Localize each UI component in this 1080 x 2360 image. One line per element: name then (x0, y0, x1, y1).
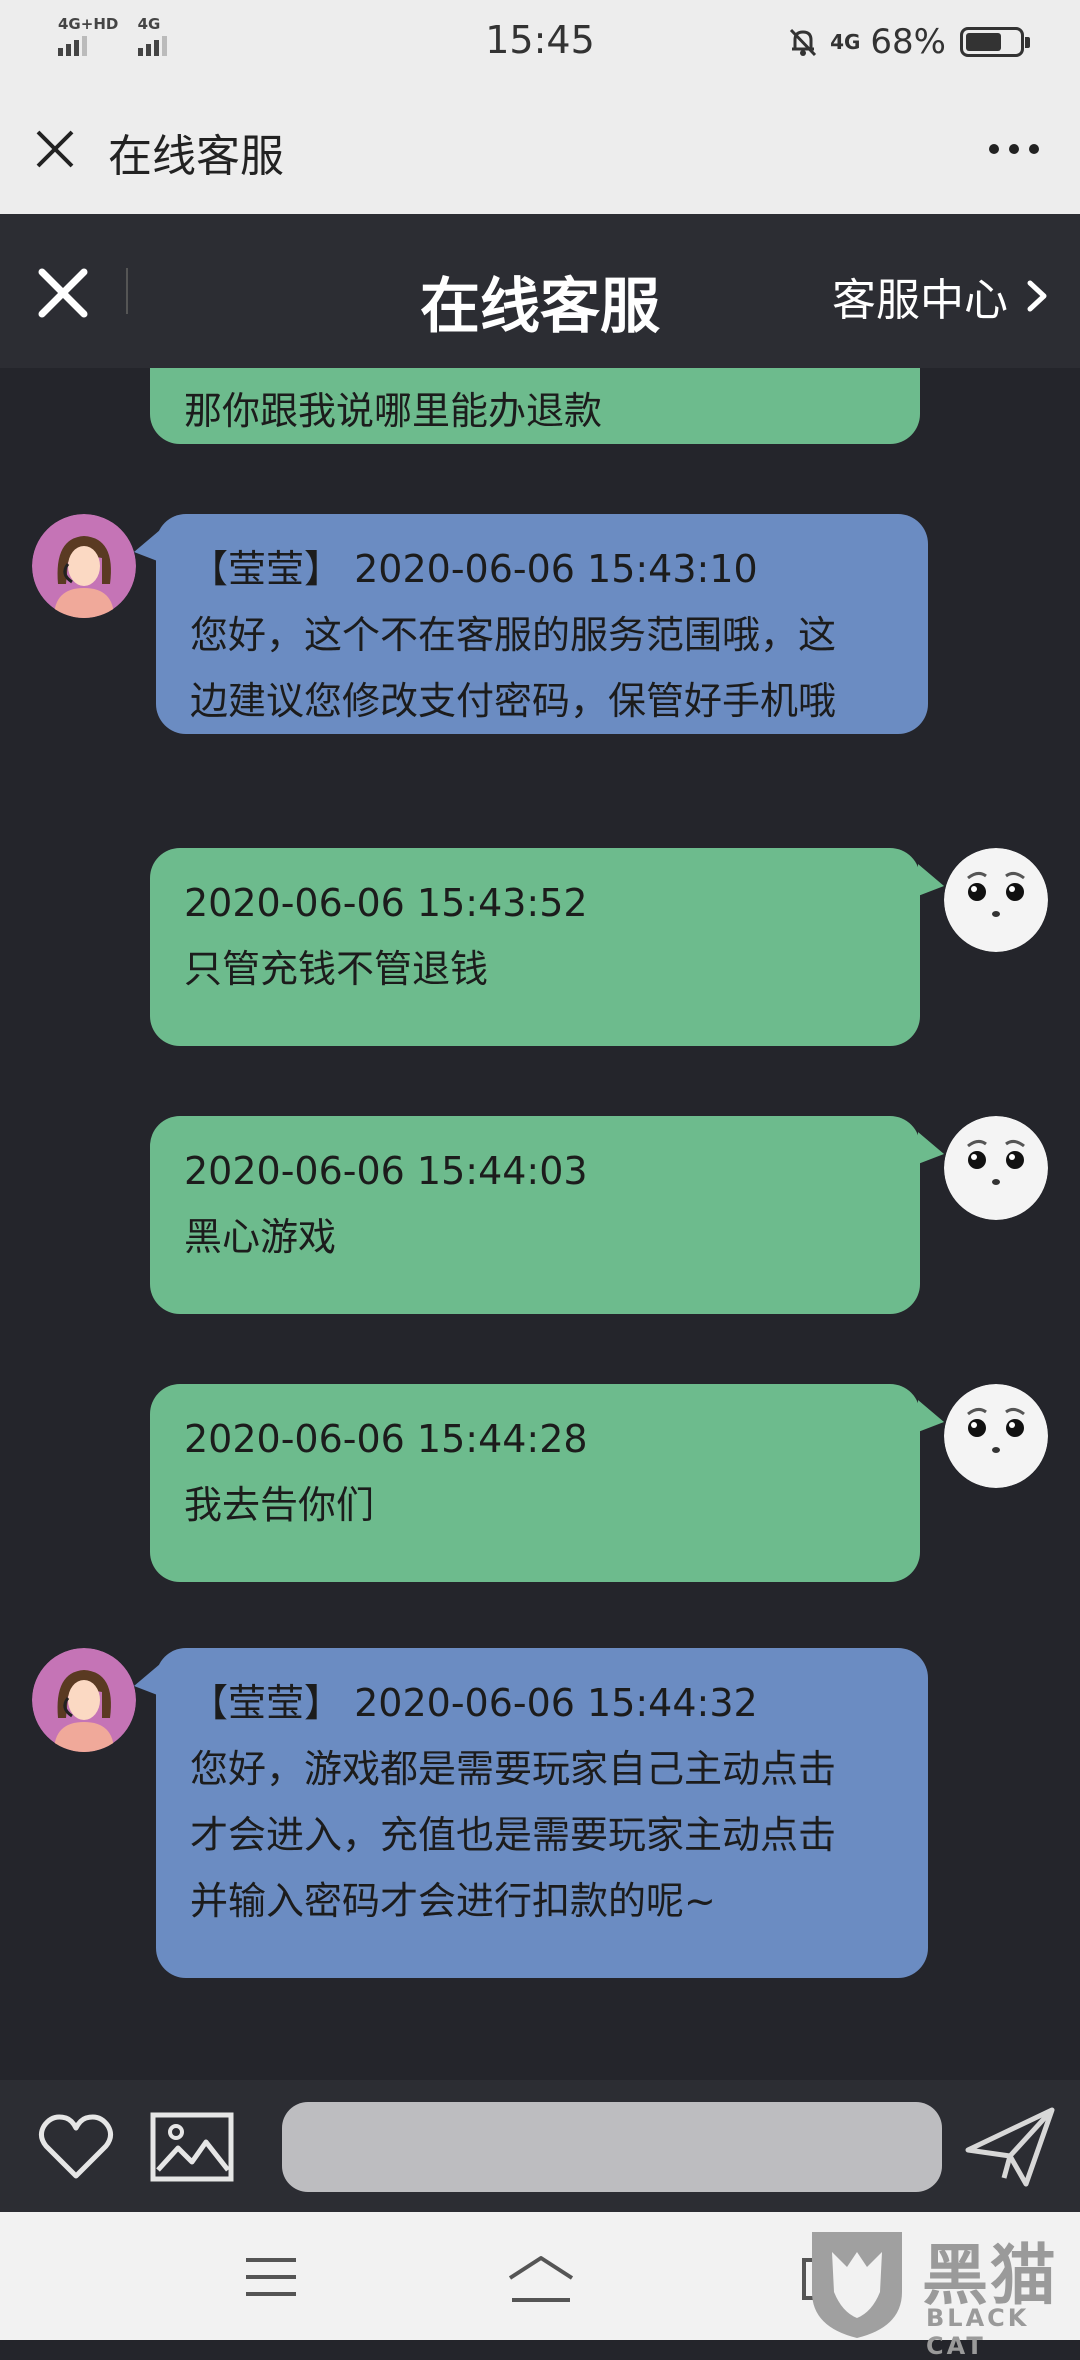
browser-header: 在线客服 (0, 84, 1080, 214)
message-input[interactable] (282, 2102, 942, 2192)
message-input-bar (0, 2080, 1080, 2212)
bell-muted-icon (789, 28, 817, 57)
message-text: 您好，游戏都是需要玩家自己主动点击 (190, 1747, 837, 1791)
agent-avatar-icon (32, 514, 136, 618)
browser-title: 在线客服 (108, 131, 284, 182)
message-time: 2020-06-06 15:43:10 (354, 547, 758, 591)
battery-percent: 68% (870, 22, 946, 62)
message-text: 并输入密码才会进行扣款的呢~ (190, 1879, 716, 1923)
chat-area[interactable]: 那你跟我说哪里能办退款 【莹莹】 2020-06-06 15:43:10 您好，… (0, 368, 1080, 2080)
status-bar: 4G+HD 4G 15:45 4G 68% (0, 0, 1080, 84)
user-avatar-icon (944, 1384, 1048, 1488)
message-time: 2020-06-06 15:44:03 (184, 1149, 588, 1193)
bubble-tail (918, 864, 944, 896)
user-message-bubble: 2020-06-06 15:44:28 我去告你们 (150, 1384, 920, 1582)
bubble-tail (918, 1400, 944, 1432)
battery-fill (966, 33, 1001, 51)
sender-name: 【莹莹】 (190, 1681, 343, 1725)
message-text: 黑心游戏 (184, 1215, 337, 1259)
system-navigation-bar: 黑猫 BLACK CAT (0, 2212, 1080, 2360)
user-avatar-icon (944, 1116, 1048, 1220)
more-icon[interactable] (984, 134, 1044, 164)
user-avatar-icon (944, 848, 1048, 952)
status-icons: 4G 68% (786, 22, 1030, 62)
watermark-logo: 黑猫 BLACK CAT (802, 2222, 1080, 2360)
message-header: 【莹莹】 2020-06-06 15:43:10 (190, 536, 894, 602)
home-icon[interactable] (506, 2254, 576, 2304)
close-icon[interactable] (32, 126, 78, 172)
message-text: 您好，这个不在客服的服务范围哦，这 (190, 613, 837, 657)
user-avatar (944, 848, 1048, 952)
network-label-3: 4G (830, 30, 861, 54)
app-header: 在线客服 客服中心 (0, 214, 1080, 368)
message-text: 那你跟我说哪里能办退款 (184, 389, 603, 433)
service-center-label: 客服中心 (832, 275, 1008, 326)
message-time: 2020-06-06 15:44:28 (184, 1417, 588, 1461)
message-header: 【莹莹】 2020-06-06 15:44:32 (190, 1670, 894, 1736)
message-time: 2020-06-06 15:43:52 (184, 881, 588, 925)
user-avatar (944, 1116, 1048, 1220)
cat-logo-icon (812, 2232, 902, 2338)
user-avatar (944, 1384, 1048, 1488)
agent-message-bubble: 【莹莹】 2020-06-06 15:43:10 您好，这个不在客服的服务范围哦… (156, 514, 928, 734)
watermark-subtext: BLACK CAT (926, 2304, 1030, 2360)
agent-message-bubble: 【莹莹】 2020-06-06 15:44:32 您好，游戏都是需要玩家自己主动… (156, 1648, 928, 1978)
sender-name: 【莹莹】 (190, 547, 343, 591)
message-text: 边建议您修改支付密码，保管好手机哦 (190, 679, 837, 723)
battery-icon (960, 27, 1030, 57)
service-center-link[interactable]: 客服中心 (832, 264, 1050, 328)
agent-avatar (32, 1648, 136, 1752)
message-time: 2020-06-06 15:44:32 (354, 1681, 758, 1725)
heart-icon[interactable] (36, 2110, 116, 2182)
chevron-right-icon (1027, 280, 1047, 312)
agent-avatar-icon (32, 1648, 136, 1752)
menu-icon[interactable] (244, 2256, 298, 2298)
message-text: 才会进入，充值也是需要玩家主动点击 (190, 1813, 837, 1857)
user-message-bubble: 2020-06-06 15:43:52 只管充钱不管退钱 (150, 848, 920, 1046)
agent-avatar (32, 514, 136, 618)
bubble-tail (918, 1132, 944, 1164)
image-icon[interactable] (150, 2112, 234, 2182)
send-icon[interactable] (964, 2104, 1056, 2190)
message-text: 只管充钱不管退钱 (184, 947, 489, 991)
user-message-bubble: 2020-06-06 15:44:03 黑心游戏 (150, 1116, 920, 1314)
message-text: 我去告你们 (184, 1483, 375, 1527)
user-message-bubble: 那你跟我说哪里能办退款 (150, 368, 920, 444)
